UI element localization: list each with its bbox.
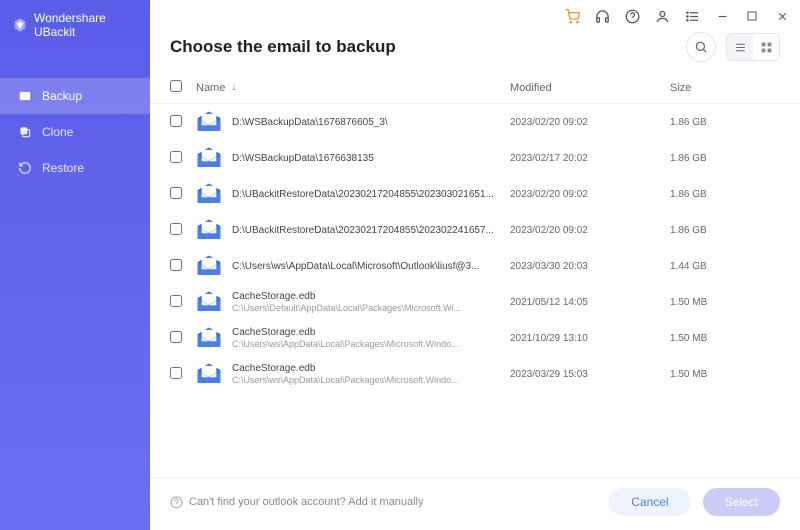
row-size: 1.86 GB <box>670 189 780 200</box>
sort-arrow-icon: ↓ <box>231 82 236 93</box>
table-row[interactable]: D:\UBackitRestoreData\20230217204855\202… <box>150 212 800 248</box>
row-size: 1.86 GB <box>670 225 780 236</box>
titlebar <box>150 0 800 28</box>
sidebar-item-clone[interactable]: Clone <box>0 114 150 150</box>
view-list-button[interactable] <box>727 34 753 60</box>
close-icon[interactable] <box>774 8 790 24</box>
select-button[interactable]: Select <box>703 488 780 516</box>
row-size: 1.50 MB <box>670 369 780 380</box>
sidebar-nav: Backup Clone Restore <box>0 78 150 186</box>
brand-icon <box>12 17 28 33</box>
column-name-header[interactable]: Name ↓ <box>196 82 510 94</box>
help-icon[interactable] <box>624 8 640 24</box>
email-icon <box>196 111 222 133</box>
table-row[interactable]: C:\Users\ws\AppData\Local\Microsoft\Outl… <box>150 248 800 284</box>
maximize-icon[interactable] <box>744 8 760 24</box>
cart-icon[interactable] <box>564 8 580 24</box>
row-checkbox[interactable] <box>170 259 182 271</box>
sidebar-item-restore[interactable]: Restore <box>0 150 150 186</box>
row-primary: CacheStorage.edb <box>232 327 500 338</box>
row-size: 1.50 MB <box>670 333 780 344</box>
row-checkbox[interactable] <box>170 295 182 307</box>
email-icon <box>196 147 222 169</box>
row-secondary: C:\Users\ws\AppData\Local\Packages\Micro… <box>232 339 500 349</box>
email-icon <box>196 363 222 385</box>
row-primary: D:\UBackitRestoreData\20230217204855\202… <box>232 225 500 236</box>
row-size: 1.86 GB <box>670 153 780 164</box>
table-row[interactable]: CacheStorage.edbC:\Users\ws\AppData\Loca… <box>150 356 800 392</box>
row-primary: CacheStorage.edb <box>232 291 500 302</box>
email-icon <box>196 219 222 241</box>
row-checkbox[interactable] <box>170 367 182 379</box>
table-row[interactable]: D:\WSBackupData\1676876605_3\ 2023/02/20 … <box>150 104 800 140</box>
footer: Can't find your outlook account? Add it … <box>150 477 800 530</box>
view-grid-button[interactable] <box>753 34 779 60</box>
clone-icon <box>18 125 32 139</box>
row-modified: 2021/10/29 13:10 <box>510 333 670 344</box>
user-icon[interactable] <box>654 8 670 24</box>
list-body: D:\WSBackupData\1676876605_3\ 2023/02/20 … <box>150 104 800 477</box>
search-icon <box>694 40 708 54</box>
email-icon <box>196 327 222 349</box>
select-all-checkbox[interactable] <box>170 80 182 92</box>
table-row[interactable]: D:\UBackitRestoreData\20230217204855\202… <box>150 176 800 212</box>
column-size-header[interactable]: Size <box>670 82 780 94</box>
table-row[interactable]: CacheStorage.edbC:\Users\Default\AppData… <box>150 284 800 320</box>
row-checkbox[interactable] <box>170 331 182 343</box>
email-icon <box>196 183 222 205</box>
column-modified-header[interactable]: Modified <box>510 82 670 94</box>
email-icon <box>196 255 222 277</box>
view-toggle <box>726 33 780 61</box>
headset-icon[interactable] <box>594 8 610 24</box>
row-size: 1.86 GB <box>670 117 780 128</box>
row-checkbox[interactable] <box>170 115 182 127</box>
table-row[interactable]: D:\WSBackupData\1676638135 2023/02/17 20:… <box>150 140 800 176</box>
brand-title: Wondershare UBackit <box>34 11 138 39</box>
backup-icon <box>18 89 32 103</box>
row-modified: 2023/02/20 09:02 <box>510 117 670 128</box>
footer-hint-text: Can't find your outlook account? Add it … <box>189 496 423 508</box>
sidebar-item-label: Restore <box>42 161 84 175</box>
page-header: Choose the email to backup <box>150 28 800 72</box>
row-modified: 2023/02/17 20:02 <box>510 153 670 164</box>
row-checkbox[interactable] <box>170 223 182 235</box>
row-modified: 2023/03/29 15:03 <box>510 369 670 380</box>
restore-icon <box>18 161 32 175</box>
search-button[interactable] <box>686 32 716 62</box>
info-icon <box>170 496 183 509</box>
row-checkbox[interactable] <box>170 187 182 199</box>
row-size: 1.50 MB <box>670 297 780 308</box>
menu-icon[interactable] <box>684 8 700 24</box>
sidebar-item-label: Backup <box>42 89 82 103</box>
page-title: Choose the email to backup <box>170 37 396 57</box>
cancel-button[interactable]: Cancel <box>609 488 690 516</box>
row-checkbox[interactable] <box>170 151 182 163</box>
row-primary: D:\WSBackupData\1676638135 <box>232 153 500 164</box>
row-modified: 2023/03/30 20:03 <box>510 261 670 272</box>
row-primary: C:\Users\ws\AppData\Local\Microsoft\Outl… <box>232 261 500 272</box>
row-size: 1.44 GB <box>670 261 780 272</box>
column-name-label: Name <box>196 82 225 94</box>
row-secondary: C:\Users\ws\AppData\Local\Packages\Micro… <box>232 375 500 385</box>
footer-hint[interactable]: Can't find your outlook account? Add it … <box>170 496 423 509</box>
row-primary: CacheStorage.edb <box>232 363 500 374</box>
sidebar: Wondershare UBackit Backup Clone Restore <box>0 0 150 530</box>
row-primary: D:\WSBackupData\1676876605_3\ <box>232 117 500 128</box>
table-row[interactable]: CacheStorage.edbC:\Users\ws\AppData\Loca… <box>150 320 800 356</box>
row-modified: 2023/02/20 09:02 <box>510 189 670 200</box>
minimize-icon[interactable] <box>714 8 730 24</box>
main: Choose the email to backup Name <box>150 0 800 530</box>
sidebar-item-label: Clone <box>42 125 73 139</box>
email-icon <box>196 291 222 313</box>
row-modified: 2023/02/20 09:02 <box>510 225 670 236</box>
list-header: Name ↓ Modified Size <box>150 72 800 104</box>
brand: Wondershare UBackit <box>0 0 150 50</box>
row-primary: D:\UBackitRestoreData\20230217204855\202… <box>232 189 500 200</box>
row-modified: 2021/05/12 14:05 <box>510 297 670 308</box>
row-secondary: C:\Users\Default\AppData\Local\Packages\… <box>232 303 500 313</box>
sidebar-item-backup[interactable]: Backup <box>0 78 150 114</box>
